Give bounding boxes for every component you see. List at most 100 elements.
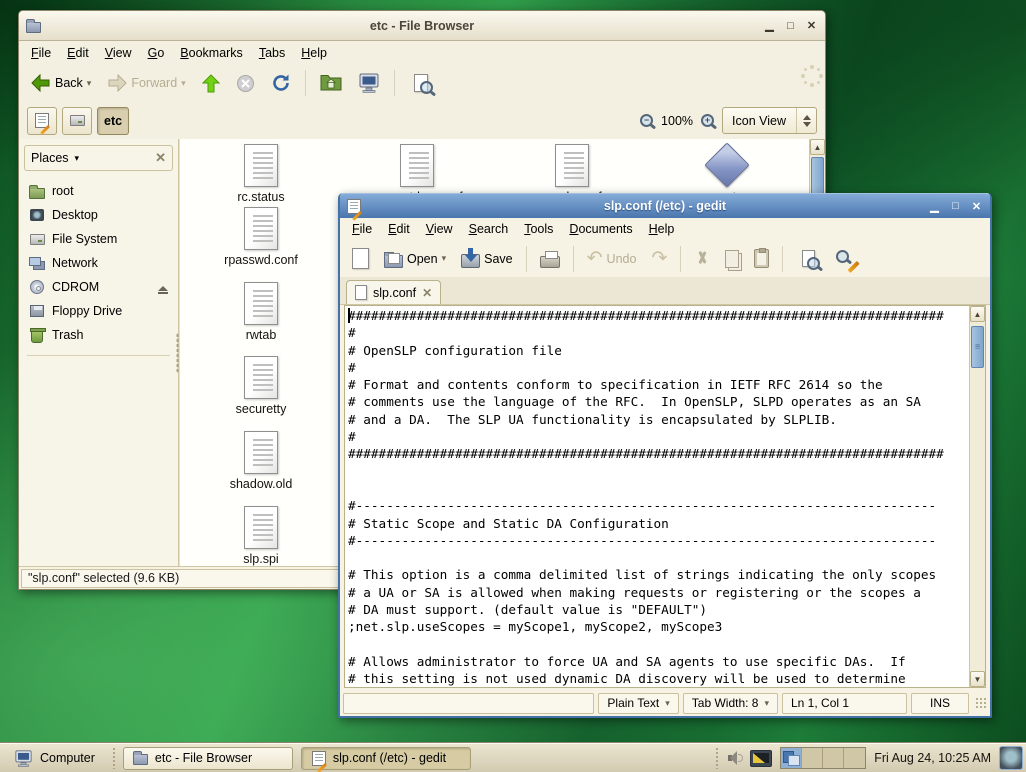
up-button[interactable]	[196, 70, 226, 97]
tab-slp-conf[interactable]: slp.conf ✕	[346, 280, 441, 304]
scroll-down-icon[interactable]: ▼	[970, 671, 985, 687]
sidebar-item[interactable]: Desktop	[19, 203, 178, 227]
file-item[interactable]: slp.spi	[201, 501, 321, 566]
file-item[interactable]: rc.status	[201, 139, 321, 204]
view-mode-select[interactable]: Icon View	[722, 107, 817, 134]
display-settings-icon[interactable]	[750, 750, 772, 767]
file-item[interactable]: rwtab	[201, 277, 321, 342]
workspace-3[interactable]	[823, 748, 844, 768]
menu-item[interactable]: File	[344, 219, 380, 239]
menu-item[interactable]: Tools	[516, 219, 561, 239]
forward-button[interactable]: Forward ▾	[101, 70, 191, 96]
home-button[interactable]	[314, 70, 348, 96]
save-button[interactable]: Save	[455, 246, 519, 272]
gedit-tabbar: slp.conf ✕	[340, 277, 990, 305]
computer-button[interactable]	[352, 69, 386, 97]
paste-button[interactable]	[748, 245, 775, 272]
open-button[interactable]: Open ▾	[378, 246, 452, 272]
path-button-etc[interactable]: etc	[97, 107, 129, 135]
menu-item[interactable]: Documents	[561, 219, 640, 239]
minimize-icon[interactable]: ▁	[927, 199, 942, 214]
file-item[interactable]: shadow.old	[201, 426, 321, 491]
back-button[interactable]: Back ▾	[25, 70, 97, 96]
scrollbar-thumb[interactable]	[971, 326, 984, 368]
scroll-up-icon[interactable]: ▲	[970, 306, 985, 322]
file-browser-menubar: FileEditViewGoBookmarksTabsHelp	[19, 41, 825, 64]
workspace-switcher[interactable]	[780, 747, 866, 769]
undo-button[interactable]: ↶ Undo	[581, 245, 643, 272]
eject-icon[interactable]	[158, 286, 168, 294]
menu-item[interactable]: Tabs	[251, 43, 293, 63]
menu-item[interactable]: Help	[293, 43, 335, 63]
gedit-titlebar[interactable]: slp.conf (/etc) - gedit ▁ □ ✕	[340, 193, 990, 218]
file-name: securetty	[201, 402, 321, 416]
stop-button[interactable]	[230, 70, 261, 97]
sidebar-close-icon[interactable]: ✕	[155, 150, 166, 166]
menu-item[interactable]: View	[418, 219, 461, 239]
workspace-1[interactable]	[781, 748, 802, 768]
menu-item[interactable]: View	[97, 43, 140, 63]
sidebar-item[interactable]: CDROM	[19, 275, 178, 299]
gedit-scrollbar[interactable]: ▲ ▼	[969, 306, 985, 687]
clock[interactable]: Fri Aug 24, 10:25 AM	[874, 751, 991, 765]
gedit-window: slp.conf (/etc) - gedit ▁ □ ✕ FileEditVi…	[338, 193, 992, 718]
minimize-icon[interactable]: ▁	[762, 18, 777, 33]
maximize-icon[interactable]: □	[783, 18, 798, 33]
scroll-up-icon[interactable]: ▲	[810, 139, 825, 155]
place-label: File System	[52, 232, 117, 246]
file-item[interactable]: rpasswd.conf	[201, 202, 321, 267]
file-icon	[244, 431, 278, 474]
search-button[interactable]	[403, 67, 439, 99]
resize-grip[interactable]	[975, 697, 987, 709]
menu-item[interactable]: Edit	[380, 219, 418, 239]
sidebar-item[interactable]: Network	[19, 251, 178, 275]
workspace-2[interactable]	[802, 748, 823, 768]
replace-button[interactable]	[829, 243, 865, 275]
close-icon[interactable]: ✕	[804, 18, 819, 33]
cut-button[interactable]	[688, 246, 716, 272]
sidebar-item[interactable]: File System	[19, 227, 178, 251]
find-button[interactable]	[790, 243, 826, 275]
menu-item[interactable]: File	[23, 43, 59, 63]
chevron-down-icon[interactable]: ▾	[442, 253, 447, 264]
file-item[interactable]: securetty	[201, 351, 321, 416]
zoom-out-icon[interactable]: −	[640, 114, 653, 127]
root-path-button[interactable]	[62, 107, 92, 135]
menu-item[interactable]: Go	[140, 43, 173, 63]
text-editor-area[interactable]: ########################################…	[345, 306, 969, 687]
sidebar-item[interactable]: Trash	[19, 323, 178, 347]
spinner-arrows-icon[interactable]	[796, 108, 816, 133]
places-header[interactable]: Places ▾ ✕	[24, 145, 173, 171]
scrollbar-track[interactable]	[970, 322, 985, 671]
chevron-down-icon[interactable]: ▾	[181, 78, 186, 89]
copy-button[interactable]	[719, 246, 745, 272]
close-icon[interactable]: ✕	[969, 199, 984, 214]
show-desktop-button[interactable]	[999, 746, 1023, 770]
new-document-button[interactable]	[346, 244, 375, 273]
chevron-down-icon[interactable]: ▾	[87, 78, 92, 89]
menu-item[interactable]: Bookmarks	[172, 43, 251, 63]
edit-location-button[interactable]	[27, 107, 57, 135]
print-button[interactable]	[534, 246, 566, 272]
task-button[interactable]: slp.conf (/etc) - gedit	[301, 747, 471, 770]
menu-item[interactable]: Help	[641, 219, 683, 239]
menu-item[interactable]: Search	[461, 219, 517, 239]
file-browser-titlebar[interactable]: etc - File Browser ▁ □ ✕	[19, 11, 825, 41]
tab-width-select[interactable]: Tab Width: 8▾	[683, 693, 778, 714]
view-mode-value: Icon View	[732, 114, 786, 128]
workspace-4[interactable]	[844, 748, 865, 768]
menu-item[interactable]: Edit	[59, 43, 97, 63]
sidebar-item[interactable]: root	[19, 179, 178, 203]
computer-menu-button[interactable]: Computer	[3, 746, 106, 771]
language-select[interactable]: Plain Text▾	[598, 693, 678, 714]
tab-close-icon[interactable]: ✕	[422, 286, 432, 300]
maximize-icon[interactable]: □	[948, 199, 963, 214]
zoom-in-icon[interactable]: +	[701, 114, 714, 127]
gedit-statusbar: Plain Text▾ Tab Width: 8▾ Ln 1, Col 1 IN…	[340, 690, 990, 716]
redo-button[interactable]: ↷	[645, 245, 673, 272]
gedit-menubar: FileEditViewSearchToolsDocumentsHelp	[340, 218, 990, 240]
sidebar-item[interactable]: Floppy Drive	[19, 299, 178, 323]
volume-icon[interactable]	[728, 751, 742, 765]
task-button[interactable]: etc - File Browser	[123, 747, 293, 770]
refresh-button[interactable]	[265, 69, 297, 97]
